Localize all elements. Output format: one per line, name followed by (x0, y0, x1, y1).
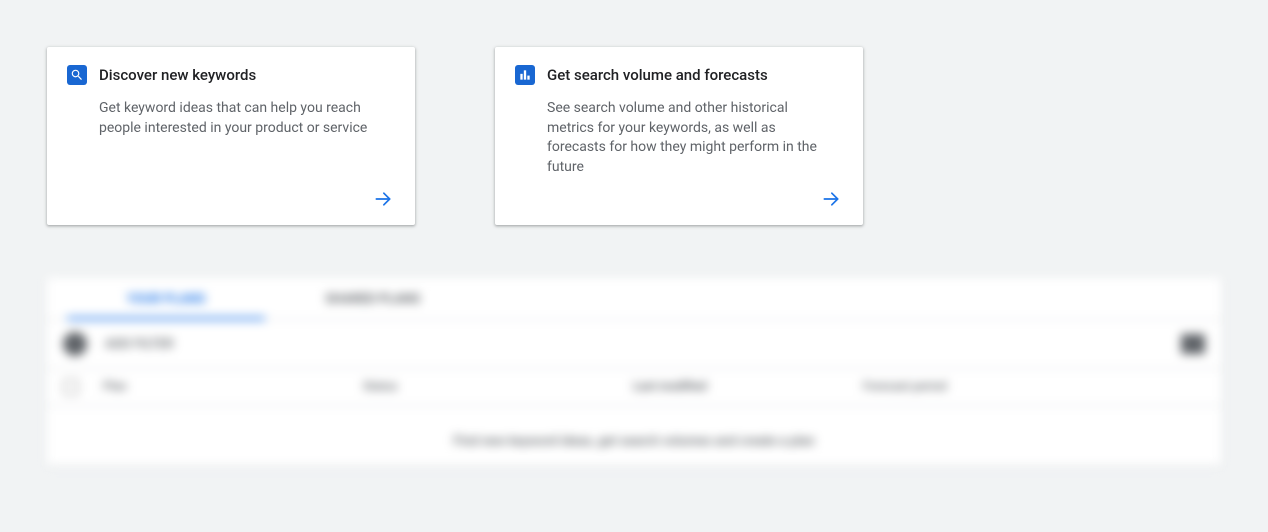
filter-icon[interactable] (63, 332, 87, 356)
discover-card-title: Discover new keywords (99, 66, 256, 84)
discover-keywords-card[interactable]: Discover new keywords Get keyword ideas … (47, 47, 415, 225)
forecasts-card-title: Get search volume and forecasts (547, 66, 768, 84)
search-icon (67, 65, 87, 85)
bar-chart-icon (515, 65, 535, 85)
column-header-plan[interactable]: Plan (103, 379, 363, 395)
discover-card-description: Get keyword ideas that can help you reac… (67, 99, 395, 138)
forecasts-card-description: See search volume and other historical m… (515, 99, 843, 177)
plans-table-section: YOUR PLANS SHARED PLANS ADD FILTER Plan … (47, 278, 1221, 465)
arrow-right-icon[interactable] (371, 187, 395, 211)
tab-your-plans[interactable]: YOUR PLANS (67, 278, 265, 319)
column-header-last-modified[interactable]: Last modified (633, 379, 863, 395)
empty-state-message: Find new keyword ideas, get search volum… (47, 418, 1221, 465)
add-filter-button[interactable]: ADD FILTER (105, 337, 174, 352)
arrow-right-icon[interactable] (819, 187, 843, 211)
tab-shared-plans[interactable]: SHARED PLANS (265, 278, 480, 319)
column-header-status[interactable]: Status (363, 379, 633, 395)
select-all-checkbox[interactable] (63, 379, 79, 395)
column-header-forecast-period[interactable]: Forecast period (863, 379, 1043, 395)
forecasts-card[interactable]: Get search volume and forecasts See sear… (495, 47, 863, 225)
columns-icon[interactable] (1181, 334, 1205, 354)
